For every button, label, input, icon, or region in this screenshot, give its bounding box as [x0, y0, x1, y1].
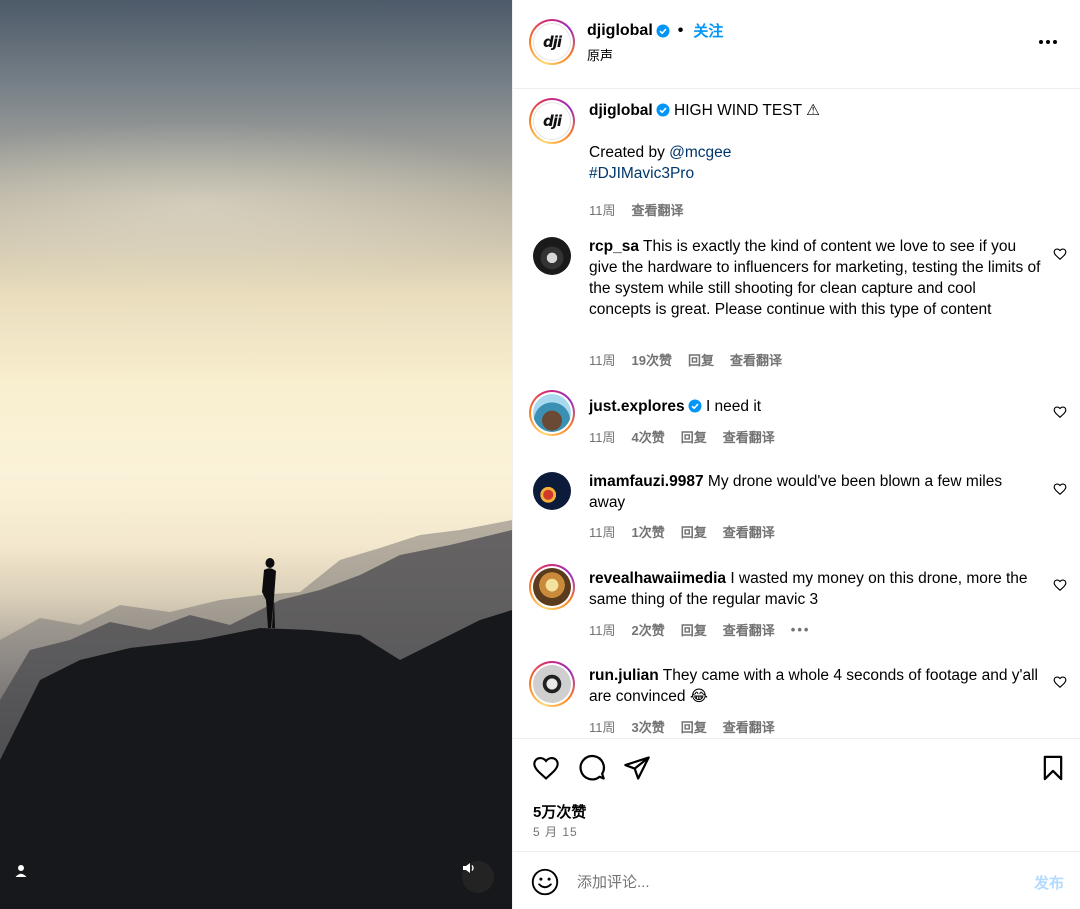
comment-item: imamfauzi.9987 My drone would've been bl… [529, 471, 1067, 551]
comment-meta: 11周 19次赞 回复 查看翻译 [589, 350, 782, 369]
post-comment-button[interactable]: 发布 [1034, 872, 1064, 893]
caption-text: djiglobal HIGH WIND TEST ⚠ Created by @m… [589, 100, 1041, 184]
verified-badge-icon [656, 103, 670, 117]
post-date[interactable]: 5 月 15 [533, 823, 578, 840]
commenter-username[interactable]: rcp_sa [589, 238, 639, 255]
add-comment-bar: 发布 [513, 851, 1080, 909]
heart-icon[interactable] [1053, 675, 1067, 689]
user-tag-button[interactable] [14, 864, 44, 894]
caption-time[interactable]: 11周 [589, 200, 616, 219]
comment-likes[interactable]: 4次赞 [632, 427, 665, 446]
caption-title: HIGH WIND TEST ⚠ [674, 102, 820, 119]
comment-likes[interactable]: 19次赞 [632, 350, 672, 369]
translate-link[interactable]: 查看翻译 [730, 350, 782, 369]
comment-icon[interactable] [578, 754, 606, 782]
likes-count[interactable]: 5万次赞 [533, 801, 586, 822]
translate-link[interactable]: 查看翻译 [723, 427, 775, 446]
comment-text: just.explores I need it [589, 396, 1041, 417]
reply-button[interactable]: 回复 [688, 350, 714, 369]
landscape-silhouette [0, 520, 512, 909]
caption-username[interactable]: djiglobal [589, 102, 653, 119]
user-tag-icon [15, 865, 27, 877]
post-detail-panel: dji djiglobal • 关注 原声 dji djiglobal HIGH… [512, 0, 1080, 909]
comment-text: revealhawaiimedia I wasted my money on t… [589, 568, 1041, 610]
sound-toggle-button[interactable] [462, 861, 494, 893]
audio-label[interactable]: 原声 [587, 45, 613, 64]
comment-time[interactable]: 11周 [589, 522, 616, 541]
emoji-icon[interactable] [531, 868, 559, 896]
comment-likes[interactable]: 2次赞 [632, 620, 665, 639]
author-avatar[interactable]: dji [529, 19, 575, 65]
comment-time[interactable]: 11周 [589, 350, 616, 369]
comments-list[interactable]: dji djiglobal HIGH WIND TEST ⚠ Created b… [513, 90, 1080, 738]
comment-input[interactable] [577, 870, 997, 894]
avatar-logo: dji [542, 33, 562, 51]
comment-meta: 11周 3次赞 回复 查看翻译 [589, 717, 775, 736]
reply-button[interactable]: 回复 [681, 717, 707, 736]
separator-dot: • [677, 21, 684, 39]
comment-item: run.julian They came with a whole 4 seco… [529, 661, 1067, 738]
post-media[interactable] [0, 0, 512, 909]
post-actions: 5万次赞 5 月 15 [513, 738, 1080, 851]
heart-icon[interactable] [1053, 578, 1067, 592]
created-by-label: Created by [589, 144, 665, 161]
caption-avatar[interactable]: dji [529, 98, 575, 144]
verified-badge-icon [688, 399, 702, 413]
commenter-avatar[interactable] [533, 237, 571, 275]
comment-item: just.explores I need it 11周 4次赞 回复 查看翻译 [529, 390, 1067, 450]
caption-meta: 11周 查看翻译 [589, 200, 684, 219]
translate-link[interactable]: 查看翻译 [723, 717, 775, 736]
heart-icon[interactable] [1053, 405, 1067, 419]
comment-text: run.julian They came with a whole 4 seco… [589, 665, 1041, 707]
author-row: djiglobal • 关注 [587, 20, 723, 41]
commenter-username[interactable]: imamfauzi.9987 [589, 473, 704, 490]
commenter-username[interactable]: just.explores [589, 398, 685, 415]
commenter-avatar[interactable] [533, 472, 571, 510]
heart-icon[interactable] [532, 754, 560, 782]
comment-text: rcp_sa This is exactly the kind of conte… [589, 236, 1041, 320]
comment-time[interactable]: 11周 [589, 427, 616, 446]
avatar-logo: dji [542, 112, 562, 130]
bookmark-icon[interactable] [1039, 754, 1067, 782]
sound-icon [463, 863, 474, 873]
more-options-button[interactable] [1036, 30, 1060, 54]
reply-button[interactable]: 回复 [681, 620, 707, 639]
verified-badge-icon [656, 24, 670, 37]
commenter-username[interactable]: revealhawaiimedia [589, 570, 726, 587]
comment-meta: 11周 1次赞 回复 查看翻译 [589, 522, 775, 541]
more-icon [1039, 40, 1057, 44]
share-icon[interactable] [623, 754, 651, 782]
commenter-avatar[interactable] [529, 564, 575, 610]
translate-link[interactable]: 查看翻译 [723, 620, 775, 639]
post-header: dji djiglobal • 关注 原声 [513, 0, 1080, 89]
caption-translate-link[interactable]: 查看翻译 [632, 200, 684, 219]
commenter-avatar[interactable] [529, 390, 575, 436]
caption: dji djiglobal HIGH WIND TEST ⚠ Created b… [529, 98, 1059, 218]
comment-item: rcp_sa This is exactly the kind of conte… [529, 236, 1067, 376]
comment-meta: 11周 2次赞 回复 查看翻译 ••• [589, 620, 810, 639]
follow-button[interactable]: 关注 [693, 20, 723, 41]
translate-link[interactable]: 查看翻译 [723, 522, 775, 541]
heart-icon[interactable] [1053, 482, 1067, 496]
comment-text: imamfauzi.9987 My drone would've been bl… [589, 471, 1041, 513]
comment-item: revealhawaiimedia I wasted my money on t… [529, 564, 1067, 644]
comment-time[interactable]: 11周 [589, 717, 616, 736]
comment-time[interactable]: 11周 [589, 620, 616, 639]
heart-icon[interactable] [1053, 247, 1067, 261]
reply-button[interactable]: 回复 [681, 427, 707, 446]
reply-button[interactable]: 回复 [681, 522, 707, 541]
comment-meta: 11周 4次赞 回复 查看翻译 [589, 427, 775, 446]
comment-body: This is exactly the kind of content we l… [589, 238, 1041, 318]
comment-likes[interactable]: 3次赞 [632, 717, 665, 736]
commenter-username[interactable]: run.julian [589, 667, 659, 684]
author-username[interactable]: djiglobal [587, 22, 653, 40]
commenter-avatar[interactable] [529, 661, 575, 707]
comment-more-options[interactable]: ••• [791, 622, 811, 637]
hashtag-link[interactable]: #DJIMavic3Pro [589, 163, 1041, 184]
comment-likes[interactable]: 1次赞 [632, 522, 665, 541]
creator-mention-link[interactable]: @mcgee [669, 144, 731, 161]
comment-body: I need it [705, 398, 762, 415]
